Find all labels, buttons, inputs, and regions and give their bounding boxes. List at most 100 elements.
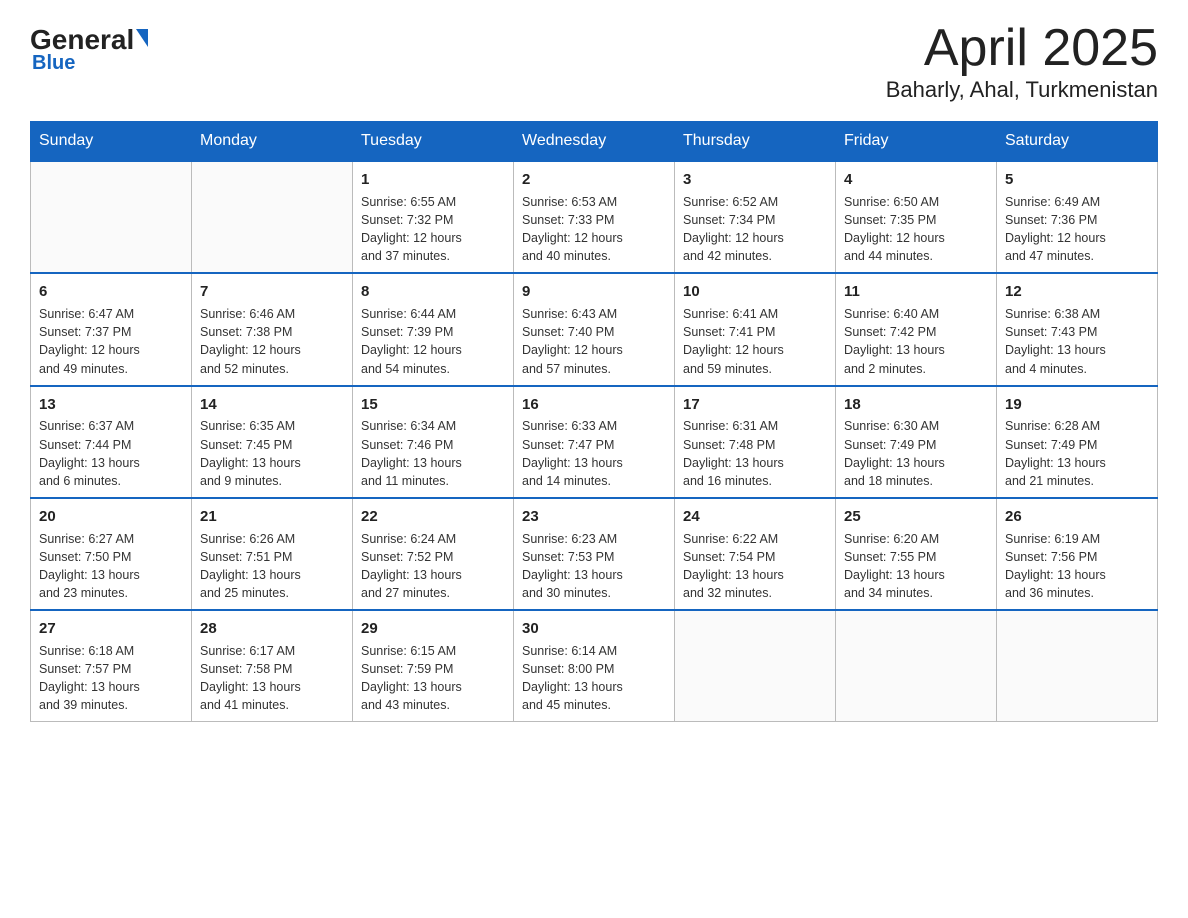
calendar-cell: 10Sunrise: 6:41 AMSunset: 7:41 PMDayligh… <box>675 273 836 385</box>
day-number: 7 <box>200 281 344 303</box>
day-number: 16 <box>522 394 666 416</box>
day-detail: Sunrise: 6:46 AMSunset: 7:38 PMDaylight:… <box>200 305 344 378</box>
day-detail: Sunrise: 6:15 AMSunset: 7:59 PMDaylight:… <box>361 642 505 715</box>
title-block: April 2025 Baharly, Ahal, Turkmenistan <box>886 20 1158 103</box>
calendar-cell: 21Sunrise: 6:26 AMSunset: 7:51 PMDayligh… <box>192 498 353 610</box>
calendar-week-2: 6Sunrise: 6:47 AMSunset: 7:37 PMDaylight… <box>31 273 1158 385</box>
calendar-header-wednesday: Wednesday <box>514 122 675 162</box>
day-number: 30 <box>522 618 666 640</box>
day-detail: Sunrise: 6:41 AMSunset: 7:41 PMDaylight:… <box>683 305 827 378</box>
day-number: 28 <box>200 618 344 640</box>
calendar-cell <box>675 610 836 722</box>
day-detail: Sunrise: 6:18 AMSunset: 7:57 PMDaylight:… <box>39 642 183 715</box>
day-number: 4 <box>844 169 988 191</box>
day-number: 27 <box>39 618 183 640</box>
day-detail: Sunrise: 6:37 AMSunset: 7:44 PMDaylight:… <box>39 417 183 490</box>
calendar-header-saturday: Saturday <box>997 122 1158 162</box>
day-detail: Sunrise: 6:22 AMSunset: 7:54 PMDaylight:… <box>683 530 827 603</box>
day-number: 21 <box>200 506 344 528</box>
calendar-cell: 6Sunrise: 6:47 AMSunset: 7:37 PMDaylight… <box>31 273 192 385</box>
day-detail: Sunrise: 6:47 AMSunset: 7:37 PMDaylight:… <box>39 305 183 378</box>
day-number: 24 <box>683 506 827 528</box>
day-detail: Sunrise: 6:28 AMSunset: 7:49 PMDaylight:… <box>1005 417 1149 490</box>
day-detail: Sunrise: 6:49 AMSunset: 7:36 PMDaylight:… <box>1005 193 1149 266</box>
day-detail: Sunrise: 6:44 AMSunset: 7:39 PMDaylight:… <box>361 305 505 378</box>
day-number: 25 <box>844 506 988 528</box>
calendar-cell: 20Sunrise: 6:27 AMSunset: 7:50 PMDayligh… <box>31 498 192 610</box>
day-number: 18 <box>844 394 988 416</box>
calendar-cell: 24Sunrise: 6:22 AMSunset: 7:54 PMDayligh… <box>675 498 836 610</box>
day-detail: Sunrise: 6:27 AMSunset: 7:50 PMDaylight:… <box>39 530 183 603</box>
calendar-cell <box>997 610 1158 722</box>
calendar-cell: 27Sunrise: 6:18 AMSunset: 7:57 PMDayligh… <box>31 610 192 722</box>
calendar-cell: 4Sunrise: 6:50 AMSunset: 7:35 PMDaylight… <box>836 161 997 273</box>
calendar-cell <box>192 161 353 273</box>
day-detail: Sunrise: 6:31 AMSunset: 7:48 PMDaylight:… <box>683 417 827 490</box>
day-detail: Sunrise: 6:50 AMSunset: 7:35 PMDaylight:… <box>844 193 988 266</box>
day-number: 17 <box>683 394 827 416</box>
calendar-cell <box>836 610 997 722</box>
calendar-cell: 12Sunrise: 6:38 AMSunset: 7:43 PMDayligh… <box>997 273 1158 385</box>
day-number: 26 <box>1005 506 1149 528</box>
logo-blue: Blue <box>30 52 75 75</box>
calendar-cell: 7Sunrise: 6:46 AMSunset: 7:38 PMDaylight… <box>192 273 353 385</box>
calendar-cell: 16Sunrise: 6:33 AMSunset: 7:47 PMDayligh… <box>514 386 675 498</box>
calendar-week-1: 1Sunrise: 6:55 AMSunset: 7:32 PMDaylight… <box>31 161 1158 273</box>
day-detail: Sunrise: 6:26 AMSunset: 7:51 PMDaylight:… <box>200 530 344 603</box>
day-number: 8 <box>361 281 505 303</box>
day-detail: Sunrise: 6:35 AMSunset: 7:45 PMDaylight:… <box>200 417 344 490</box>
day-number: 1 <box>361 169 505 191</box>
day-number: 14 <box>200 394 344 416</box>
calendar-cell: 25Sunrise: 6:20 AMSunset: 7:55 PMDayligh… <box>836 498 997 610</box>
day-number: 12 <box>1005 281 1149 303</box>
day-detail: Sunrise: 6:43 AMSunset: 7:40 PMDaylight:… <box>522 305 666 378</box>
day-detail: Sunrise: 6:20 AMSunset: 7:55 PMDaylight:… <box>844 530 988 603</box>
day-detail: Sunrise: 6:38 AMSunset: 7:43 PMDaylight:… <box>1005 305 1149 378</box>
day-number: 23 <box>522 506 666 528</box>
day-detail: Sunrise: 6:40 AMSunset: 7:42 PMDaylight:… <box>844 305 988 378</box>
day-detail: Sunrise: 6:53 AMSunset: 7:33 PMDaylight:… <box>522 193 666 266</box>
calendar-header-thursday: Thursday <box>675 122 836 162</box>
day-detail: Sunrise: 6:17 AMSunset: 7:58 PMDaylight:… <box>200 642 344 715</box>
calendar-cell: 22Sunrise: 6:24 AMSunset: 7:52 PMDayligh… <box>353 498 514 610</box>
calendar-header-friday: Friday <box>836 122 997 162</box>
day-number: 10 <box>683 281 827 303</box>
day-detail: Sunrise: 6:55 AMSunset: 7:32 PMDaylight:… <box>361 193 505 266</box>
calendar-week-4: 20Sunrise: 6:27 AMSunset: 7:50 PMDayligh… <box>31 498 1158 610</box>
logo-text: General <box>30 26 148 54</box>
calendar-cell: 1Sunrise: 6:55 AMSunset: 7:32 PMDaylight… <box>353 161 514 273</box>
calendar-cell: 30Sunrise: 6:14 AMSunset: 8:00 PMDayligh… <box>514 610 675 722</box>
day-detail: Sunrise: 6:34 AMSunset: 7:46 PMDaylight:… <box>361 417 505 490</box>
logo: General Blue <box>30 26 148 75</box>
calendar-header-row: SundayMondayTuesdayWednesdayThursdayFrid… <box>31 122 1158 162</box>
calendar-body: 1Sunrise: 6:55 AMSunset: 7:32 PMDaylight… <box>31 161 1158 722</box>
day-detail: Sunrise: 6:19 AMSunset: 7:56 PMDaylight:… <box>1005 530 1149 603</box>
day-number: 15 <box>361 394 505 416</box>
calendar-week-5: 27Sunrise: 6:18 AMSunset: 7:57 PMDayligh… <box>31 610 1158 722</box>
calendar-cell: 3Sunrise: 6:52 AMSunset: 7:34 PMDaylight… <box>675 161 836 273</box>
location-title: Baharly, Ahal, Turkmenistan <box>886 77 1158 103</box>
day-number: 13 <box>39 394 183 416</box>
day-detail: Sunrise: 6:24 AMSunset: 7:52 PMDaylight:… <box>361 530 505 603</box>
day-number: 22 <box>361 506 505 528</box>
calendar-week-3: 13Sunrise: 6:37 AMSunset: 7:44 PMDayligh… <box>31 386 1158 498</box>
day-detail: Sunrise: 6:14 AMSunset: 8:00 PMDaylight:… <box>522 642 666 715</box>
calendar-cell: 2Sunrise: 6:53 AMSunset: 7:33 PMDaylight… <box>514 161 675 273</box>
calendar-cell: 13Sunrise: 6:37 AMSunset: 7:44 PMDayligh… <box>31 386 192 498</box>
logo-general: General <box>30 26 134 54</box>
calendar-cell: 15Sunrise: 6:34 AMSunset: 7:46 PMDayligh… <box>353 386 514 498</box>
calendar-header-monday: Monday <box>192 122 353 162</box>
day-number: 20 <box>39 506 183 528</box>
calendar-cell: 26Sunrise: 6:19 AMSunset: 7:56 PMDayligh… <box>997 498 1158 610</box>
day-number: 5 <box>1005 169 1149 191</box>
calendar-cell: 5Sunrise: 6:49 AMSunset: 7:36 PMDaylight… <box>997 161 1158 273</box>
page-header: General Blue April 2025 Baharly, Ahal, T… <box>30 20 1158 103</box>
day-number: 29 <box>361 618 505 640</box>
calendar-cell: 14Sunrise: 6:35 AMSunset: 7:45 PMDayligh… <box>192 386 353 498</box>
calendar-cell: 28Sunrise: 6:17 AMSunset: 7:58 PMDayligh… <box>192 610 353 722</box>
calendar-table: SundayMondayTuesdayWednesdayThursdayFrid… <box>30 121 1158 722</box>
calendar-header-tuesday: Tuesday <box>353 122 514 162</box>
calendar-cell: 18Sunrise: 6:30 AMSunset: 7:49 PMDayligh… <box>836 386 997 498</box>
day-detail: Sunrise: 6:23 AMSunset: 7:53 PMDaylight:… <box>522 530 666 603</box>
day-detail: Sunrise: 6:33 AMSunset: 7:47 PMDaylight:… <box>522 417 666 490</box>
